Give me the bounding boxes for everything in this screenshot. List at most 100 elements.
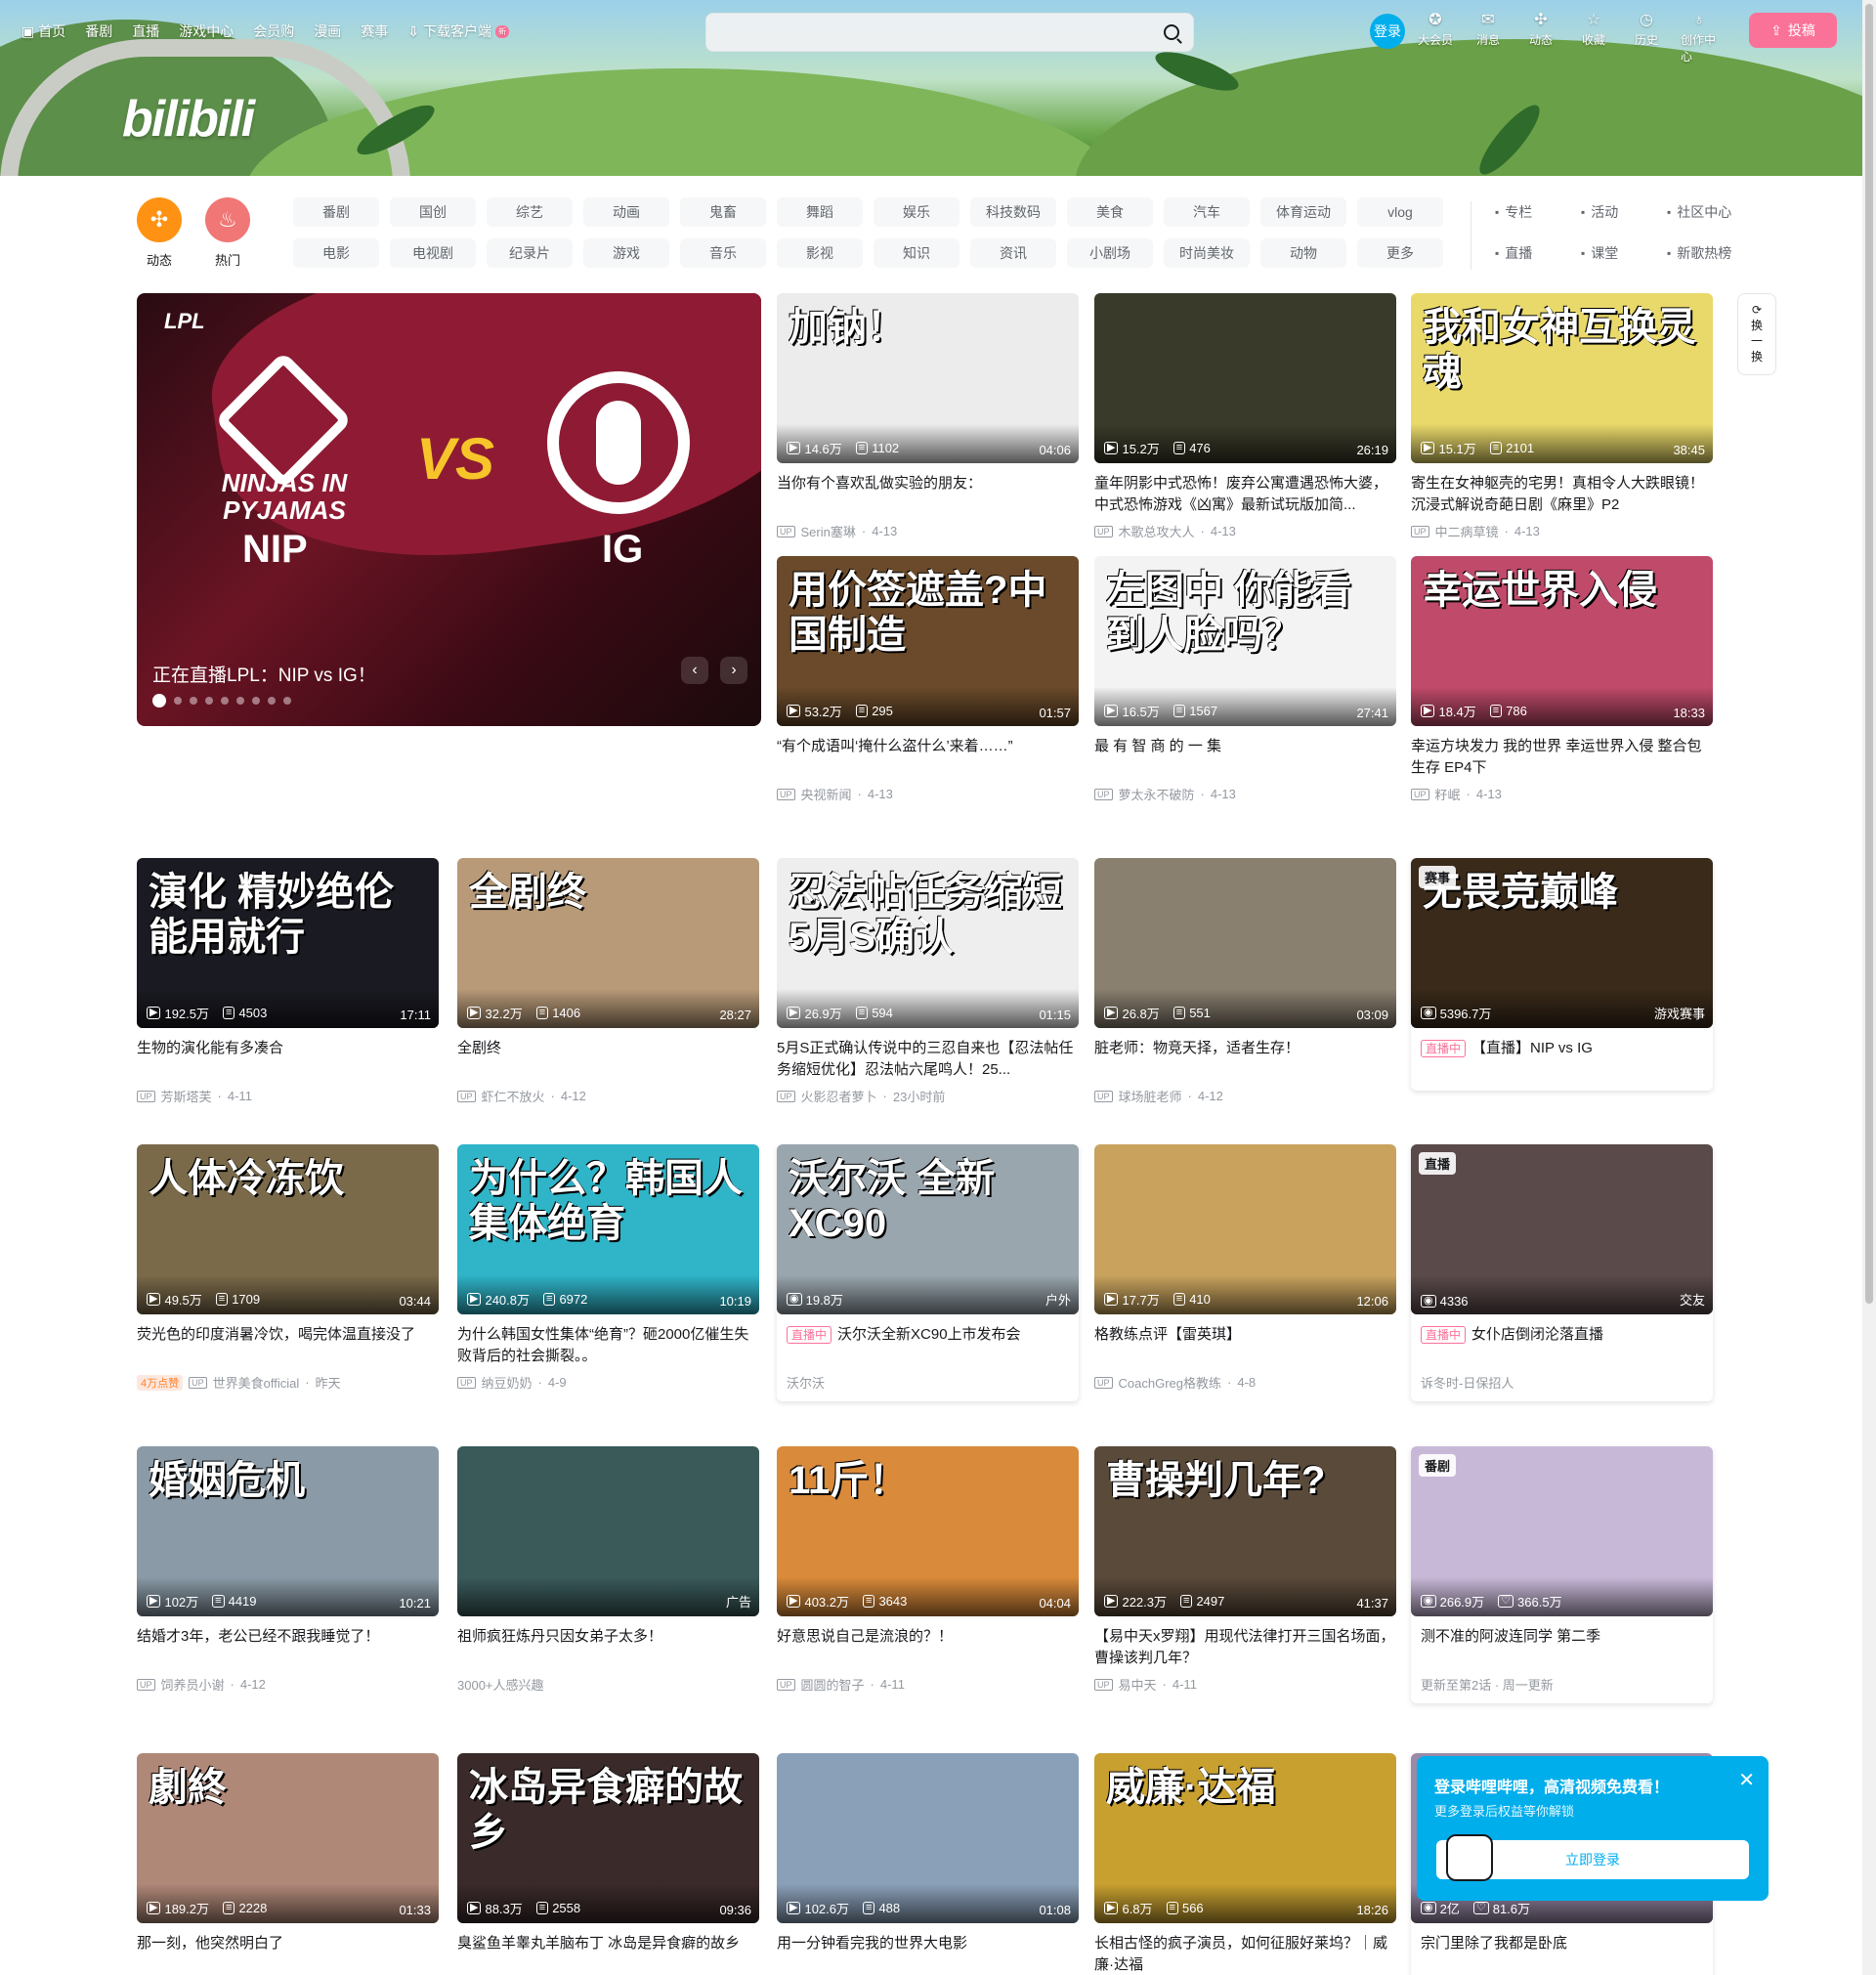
channel-dynamic[interactable]: ✣ 动态 (137, 197, 182, 269)
video-thumbnail[interactable]: 威廉·达福 ▶ 6.8万 ≡ 566 18:26 (1094, 1753, 1396, 1923)
video-meta[interactable]: UP 芳斯塔芙 · 4-11 (137, 1087, 439, 1105)
nav-history[interactable]: ◷ 历史 (1628, 10, 1665, 64)
video-meta[interactable]: UP 中二病草镜 · 4-13 (1411, 522, 1713, 540)
video-title[interactable]: 用一分钟看完我的世界大电影 (777, 1933, 1079, 1975)
video-meta[interactable]: UP 球场脏老师 · 4-12 (1094, 1087, 1396, 1105)
live-title[interactable]: 直播中 【直播】NIP vs IG (1411, 1038, 1713, 1081)
refresh-button[interactable]: ⟳ 换 一 换 (1737, 293, 1776, 375)
uploader-name[interactable]: 虾仁不放火 (482, 1087, 545, 1105)
video-title[interactable]: 寄生在女神躯壳的宅男！真相令人大跌眼镜！沉浸式解说奇葩日剧《麻里》P2 (1411, 473, 1713, 516)
video-title[interactable]: 脏老师：物竞天择，适者生存！ (1094, 1038, 1396, 1081)
carousel-dot[interactable] (268, 697, 276, 705)
video-title[interactable]: 幸运方块发力 我的世界 幸运世界入侵 整合包生存 EP4下 (1411, 736, 1713, 779)
nav-match[interactable]: 赛事 (361, 21, 388, 41)
channel-hot[interactable]: ♨ 热门 (205, 197, 250, 269)
carousel-dot[interactable] (283, 697, 291, 705)
video-card[interactable]: 为什么？韩国人集体绝育 ▶ 240.8万 ≡ 6972 10:19 为什么韩国女性集体“绝育… (457, 1144, 759, 1392)
carousel-dot[interactable] (152, 694, 166, 708)
video-title[interactable]: 祖师疯狂炼丹只因女弟子太多！ (457, 1626, 759, 1669)
video-thumbnail[interactable]: 用价签遮盖?中国制造 ▶ 53.2万 ≡ 295 01:57 (777, 556, 1079, 726)
video-title[interactable]: 最 有 智 商 的 一 集 (1094, 736, 1396, 779)
live-card[interactable]: 沃尔沃 全新XC90 ◉ 19.8万 户外直播中 沃尔沃全新XC90上市发布会沃尔沃 (777, 1144, 1079, 1401)
close-icon[interactable]: ✕ (1738, 1768, 1755, 1792)
channel-item[interactable]: 科技数码 (970, 197, 1056, 227)
video-title[interactable]: 格教练点评【雷英琪】 (1094, 1324, 1396, 1367)
video-meta[interactable]: UP 圆圆的智子 · 4-11 (777, 1675, 1079, 1694)
video-card[interactable]: 劇終 ▶ 189.2万 ≡ 2228 01:33 那一刻，他突然明白了 (137, 1753, 439, 1975)
video-thumbnail[interactable]: 曹操判几年? ▶ 222.3万 ≡ 2497 41:37 (1094, 1446, 1396, 1616)
video-card[interactable]: 演化 精妙绝伦 能用就行 ▶ 192.5万 ≡ 4503 17:11 生物的演化能有多凑合 U… (137, 858, 439, 1105)
video-meta[interactable]: UP Serin塞琳 · 4-13 (777, 522, 1079, 540)
live-meta[interactable]: 沃尔沃 (777, 1373, 1079, 1392)
video-thumbnail[interactable]: 忍法帖任务缩短 5月S确认 ▶ 26.9万 ≡ 594 01:15 (777, 858, 1079, 1028)
uploader-name[interactable]: 萝太永不破防 (1119, 785, 1195, 803)
video-thumbnail[interactable]: 加钠！ ▶ 14.6万 ≡ 1102 04:06 (777, 293, 1079, 463)
live-thumbnail[interactable]: 番剧 ◉ 266.9万 ♡ 366.5万 (1411, 1446, 1713, 1616)
video-thumbnail[interactable]: 广告 (457, 1446, 759, 1616)
channel-item[interactable]: 时尚美妆 (1164, 238, 1250, 268)
carousel-dot[interactable] (174, 697, 182, 705)
live-title[interactable]: 测不准的阿波连同学 第二季 (1411, 1626, 1713, 1669)
video-card[interactable]: 左图中 你能看到人脸吗？ ▶ 16.5万 ≡ 1567 27:41 最 有 智 商 的 一 … (1094, 556, 1396, 803)
carousel-dot[interactable] (221, 697, 229, 705)
channel-item[interactable]: 鬼畜 (680, 197, 766, 227)
video-meta[interactable]: UP 央视新闻 · 4-13 (777, 785, 1079, 803)
video-title[interactable]: 5月S正式确认传说中的三忍自来也【忍法帖任务缩短优化】忍法帖六尾鸣人！25... (777, 1038, 1079, 1081)
live-card[interactable]: 无畏竞巅峰 赛事 ◉ 5396.7万 游戏赛事直播中 【直播】NIP vs IG (1411, 858, 1713, 1091)
channel-link[interactable]: ▪ 活动 (1581, 197, 1659, 227)
video-meta[interactable]: UP CoachGreg格教练 · 4-8 (1094, 1373, 1396, 1392)
channel-link[interactable]: ▪ 课堂 (1581, 238, 1659, 268)
scrollbar-thumb[interactable] (1865, 4, 1873, 1304)
video-thumbnail[interactable]: ▶ 26.8万 ≡ 551 03:09 (1094, 858, 1396, 1028)
video-card[interactable]: 曹操判几年? ▶ 222.3万 ≡ 2497 41:37 【易中天x罗翔】用现代法律打开三国… (1094, 1446, 1396, 1694)
uploader-name[interactable]: 圆圆的智子 (801, 1675, 865, 1694)
video-title[interactable]: 为什么韩国女性集体“绝育”？砸2000亿催生失败背后的社会撕裂。。 (457, 1324, 759, 1367)
live-thumbnail[interactable]: 无畏竞巅峰 赛事 ◉ 5396.7万 游戏赛事 (1411, 858, 1713, 1028)
video-title[interactable]: 结婚才3年，老公已经不跟我睡觉了！ (137, 1626, 439, 1669)
video-title[interactable]: 臭鲨鱼羊睾丸羊脑布丁 冰岛是异食癖的故乡 (457, 1933, 759, 1975)
video-thumbnail[interactable]: 左图中 你能看到人脸吗？ ▶ 16.5万 ≡ 1567 27:41 (1094, 556, 1396, 726)
video-title[interactable]: 那一刻，他突然明白了 (137, 1933, 439, 1975)
live-thumbnail[interactable]: 沃尔沃 全新XC90 ◉ 19.8万 户外 (777, 1144, 1079, 1314)
video-card[interactable]: 加钠！ ▶ 14.6万 ≡ 1102 04:06 当你有个喜欢乱做实验的朋友： UP Serin… (777, 293, 1079, 540)
carousel-dot[interactable] (190, 697, 197, 705)
video-thumbnail[interactable]: 冰岛异食癖的故乡 ▶ 88.3万 ≡ 2558 09:36 (457, 1753, 759, 1923)
carousel-dot[interactable] (252, 697, 260, 705)
uploader-name[interactable]: 饲养员小谢 (161, 1675, 225, 1694)
video-thumbnail[interactable]: 人体冷冻饮 ▶ 49.5万 ≡ 1709 03:44 (137, 1144, 439, 1314)
nav-manga[interactable]: 漫画 (314, 21, 341, 41)
video-thumbnail[interactable]: 演化 精妙绝伦 能用就行 ▶ 192.5万 ≡ 4503 17:11 (137, 858, 439, 1028)
video-card[interactable]: 广告 祖师疯狂炼丹只因女弟子太多！ 3000+人感兴趣 (457, 1446, 759, 1694)
channel-item[interactable]: 纪录片 (487, 238, 573, 268)
upload-button[interactable]: ⇪ 投稿 (1749, 13, 1837, 48)
video-title[interactable]: 好意思说自己是流浪的？！ (777, 1626, 1079, 1669)
video-meta[interactable]: UP 纳豆奶奶 · 4-9 (457, 1373, 759, 1392)
channel-item[interactable]: 游戏 (583, 238, 669, 268)
video-meta[interactable]: UP 木歌总攻大人 · 4-13 (1094, 522, 1396, 540)
video-title[interactable]: 荧光色的印度消暑冷饮，喝完体温直接没了 (137, 1324, 439, 1367)
carousel-prev-button[interactable]: ‹ (681, 657, 708, 684)
nav-creation[interactable]: ♁ 创作中心 (1681, 10, 1718, 64)
live-title[interactable]: 宗门里除了我都是卧底 (1411, 1933, 1713, 1975)
video-card[interactable]: ▶ 102.6万 ≡ 488 01:08 用一分钟看完我的世界大电影 (777, 1753, 1079, 1975)
video-thumbnail[interactable]: 劇終 ▶ 189.2万 ≡ 2228 01:33 (137, 1753, 439, 1923)
video-card[interactable]: ▶ 26.8万 ≡ 551 03:09 脏老师：物竞天择，适者生存！ UP 球场脏老师 · 4-1… (1094, 858, 1396, 1105)
video-meta[interactable]: UP 籽岷 · 4-13 (1411, 785, 1713, 803)
channel-item[interactable]: 电影 (293, 238, 379, 268)
channel-item[interactable]: 舞蹈 (777, 197, 863, 227)
uploader-name[interactable]: 易中天 (1119, 1675, 1157, 1694)
carousel-dot[interactable] (205, 697, 213, 705)
video-thumbnail[interactable]: ▶ 17.7万 ≡ 410 12:06 (1094, 1144, 1396, 1314)
uploader-name[interactable]: CoachGreg格教练 (1119, 1373, 1221, 1392)
uploader-name[interactable]: 纳豆奶奶 (482, 1373, 533, 1392)
channel-link[interactable]: ▪ 社区中心 (1667, 197, 1745, 227)
login-avatar[interactable]: 登录 (1370, 14, 1405, 49)
carousel-title[interactable]: 正在直播LPL：NIP vs IG！ (152, 661, 376, 687)
video-title[interactable]: 【易中天x罗翔】用现代法律打开三国名场面，曹操该判几年？ (1094, 1626, 1396, 1669)
channel-item[interactable]: 国创 (390, 197, 476, 227)
channel-item[interactable]: 音乐 (680, 238, 766, 268)
live-title[interactable]: 直播中 沃尔沃全新XC90上市发布会 (777, 1324, 1079, 1367)
search-input[interactable] (718, 21, 1129, 45)
video-card[interactable]: 全剧终 ▶ 32.2万 ≡ 1406 28:27 全剧终 UP 虾仁不放火 · 4-12 (457, 858, 759, 1105)
nav-favorite[interactable]: ☆ 收藏 (1575, 10, 1612, 64)
